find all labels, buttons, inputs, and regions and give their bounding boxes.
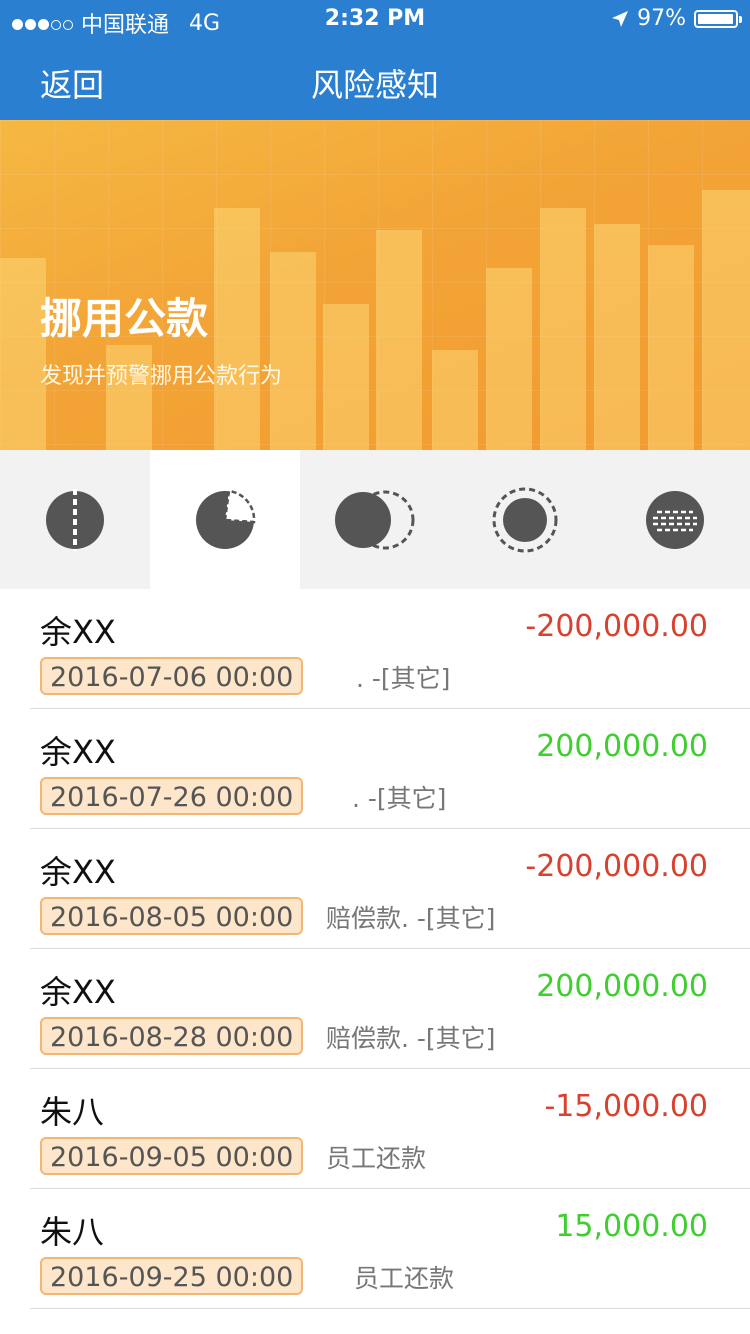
tab-dashed-ring[interactable] (450, 450, 600, 589)
record-description: 赔偿款. -[其它] (326, 1024, 496, 1053)
status-bar: 中国联通 4G 2:32 PM 97% (0, 0, 750, 40)
list-item[interactable]: 朱八 15,000.00 2016-09-25 00:00 员工还款 (30, 1189, 750, 1309)
banner-bar-decoration (702, 190, 750, 450)
banner-subtitle: 发现并预警挪用公款行为 (40, 364, 283, 389)
banner: 挪用公款 发现并预警挪用公款行为 (0, 120, 750, 450)
record-name: 余XX (40, 733, 116, 771)
record-description: . -[其它] (356, 664, 451, 693)
status-right: 97% (611, 6, 742, 31)
record-date: 2016-07-26 00:00 (40, 777, 304, 815)
banner-bar-decoration (648, 245, 694, 450)
record-description: 员工还款 (326, 1144, 427, 1173)
list-item[interactable]: 余XX 200,000.00 2016-07-26 00:00 . -[其它] (30, 709, 750, 829)
banner-bar-decoration (376, 230, 422, 450)
record-amount: -200,000.00 (525, 849, 708, 884)
banner-headline: 挪用公款 (40, 294, 209, 343)
list-item[interactable]: 余XX 200,000.00 2016-08-28 00:00 赔偿款. -[其… (30, 949, 750, 1069)
record-date: 2016-09-05 00:00 (40, 1137, 304, 1175)
record-date: 2016-09-25 00:00 (40, 1257, 304, 1295)
record-name: 余XX (40, 613, 116, 651)
record-description: 员工还款 (354, 1264, 455, 1293)
tab-pie-slice[interactable] (150, 450, 300, 589)
record-amount: -15,000.00 (544, 1089, 708, 1124)
list-item[interactable]: 余XX -200,000.00 2016-08-05 00:00 赔偿款. -[… (30, 829, 750, 949)
dashes-circle-icon (646, 490, 704, 549)
record-date: 2016-08-05 00:00 (40, 897, 304, 935)
record-name: 余XX (40, 973, 116, 1011)
location-arrow-icon (612, 10, 629, 27)
battery-icon (694, 9, 742, 28)
banner-bar-decoration (486, 268, 532, 450)
banner-bar-decoration (323, 304, 369, 450)
transaction-list: 余XX -200,000.00 2016-07-06 00:00 . -[其它]… (0, 589, 750, 1309)
category-tabs (0, 450, 750, 589)
record-amount: 200,000.00 (536, 729, 708, 764)
banner-bar-decoration (594, 224, 640, 450)
split-circle-icon (46, 488, 104, 551)
record-date: 2016-07-06 00:00 (40, 657, 304, 695)
banner-bar-decoration (540, 208, 586, 450)
record-name: 朱八 (40, 1213, 105, 1251)
dashed-ring-circle-icon (492, 487, 558, 552)
banner-bar-decoration (214, 208, 260, 450)
tab-split-circle[interactable] (0, 450, 150, 589)
nav-bar: 返回 风险感知 (0, 40, 750, 120)
overlap-circles-icon (335, 490, 415, 549)
record-name: 朱八 (40, 1093, 105, 1131)
page-title: 风险感知 (310, 66, 439, 104)
list-item[interactable]: 余XX -200,000.00 2016-07-06 00:00 . -[其它] (30, 589, 750, 709)
record-amount: 15,000.00 (555, 1209, 708, 1244)
record-description: . -[其它] (352, 784, 447, 813)
record-description: 赔偿款. -[其它] (326, 904, 496, 933)
list-item[interactable]: 朱八 -15,000.00 2016-09-05 00:00 员工还款 (30, 1069, 750, 1189)
record-amount: -200,000.00 (525, 609, 708, 644)
pie-slice-icon (196, 489, 256, 549)
banner-bar-decoration (432, 350, 478, 450)
banner-bar-decoration (270, 252, 316, 450)
tab-dashes-circle[interactable] (600, 450, 750, 589)
record-amount: 200,000.00 (536, 969, 708, 1004)
record-date: 2016-08-28 00:00 (40, 1017, 304, 1055)
battery-percent: 97% (637, 6, 686, 31)
tab-overlap-circles[interactable] (300, 450, 450, 589)
record-name: 余XX (40, 853, 116, 891)
